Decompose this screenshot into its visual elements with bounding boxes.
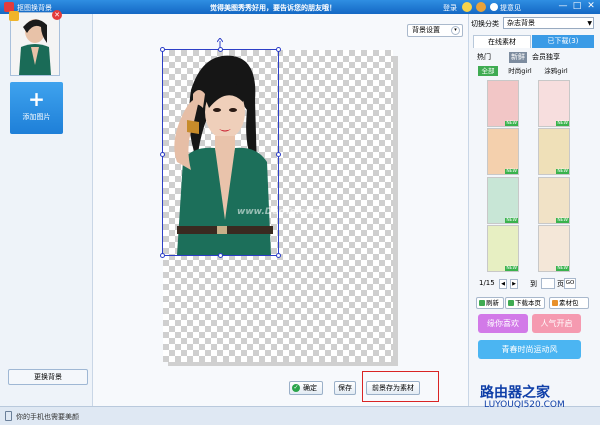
promo-text[interactable]: 觉得美图秀秀好用，要告诉您的朋友哦！ — [210, 3, 336, 13]
new-badge: NEW — [556, 266, 569, 271]
background-settings-button[interactable]: 背景设置 ▾ — [407, 24, 463, 37]
feedback-icon[interactable] — [490, 3, 498, 11]
new-badge: NEW — [556, 169, 569, 174]
subtab-new[interactable]: 新鲜 — [509, 52, 527, 63]
resize-handle-left[interactable] — [160, 152, 165, 157]
chevron-down-icon: ▾ — [451, 26, 460, 35]
resize-handle-top-right[interactable] — [276, 47, 281, 52]
minimize-button[interactable]: — — [556, 1, 570, 13]
page-input[interactable] — [541, 278, 555, 289]
canvas-shadow-bottom — [168, 362, 398, 366]
save-button[interactable]: 保存 — [334, 381, 356, 395]
selection-box[interactable] — [162, 49, 279, 256]
category-select[interactable]: 杂志背景 ▼ — [503, 17, 594, 29]
phone-icon — [5, 411, 12, 421]
new-badge: NEW — [556, 121, 569, 126]
maximize-button[interactable]: □ — [570, 1, 584, 13]
status-text[interactable]: 你的手机也需要美颜 — [16, 412, 79, 422]
login-link[interactable]: 登录 — [443, 3, 457, 13]
new-badge: NEW — [505, 121, 518, 126]
go-button[interactable]: GO — [564, 278, 576, 289]
package-icon — [552, 300, 558, 306]
next-page-button[interactable]: ▶ — [510, 279, 518, 289]
new-badge: NEW — [505, 218, 518, 223]
filter-all[interactable]: 全部 — [478, 66, 498, 76]
add-image-label: 添加图片 — [22, 113, 51, 121]
prev-page-button[interactable]: ◀ — [499, 279, 507, 289]
download-page-label: 下载本页 — [515, 299, 541, 307]
promo-banner-3[interactable]: 青春时尚运动风 — [478, 340, 581, 359]
site-logo-url: LUYOUQI520.COM — [484, 400, 565, 410]
add-image-button[interactable]: + 添加图片 — [10, 82, 63, 134]
refresh-label: 刷新 — [486, 299, 499, 307]
background-settings-label: 背景设置 — [412, 26, 440, 34]
resize-handle-top[interactable] — [218, 47, 223, 52]
page-label: 页 — [557, 280, 564, 288]
site-logo-name: 路由器之家 — [480, 385, 550, 401]
download-icon — [508, 300, 514, 306]
tab-online-material[interactable]: 在线素材 — [473, 35, 531, 48]
material-thumbnail[interactable]: NEW — [487, 128, 519, 175]
title-bar: 抠图换背景 觉得美图秀秀好用，要告诉您的朋友哦！ 登录 提意见 — □ ✕ — [0, 0, 600, 14]
promo-banner-2[interactable]: 人气开启 — [532, 314, 581, 333]
image-thumbnail[interactable]: ✕ — [9, 10, 62, 76]
selected-corner-icon — [9, 11, 19, 21]
material-thumbnail[interactable]: NEW — [538, 177, 570, 224]
feedback-link[interactable]: 提意见 — [500, 3, 521, 13]
new-badge: NEW — [505, 266, 518, 271]
delete-icon[interactable]: ✕ — [52, 10, 62, 20]
user-icon[interactable] — [462, 2, 472, 12]
material-pack-label: 素材包 — [559, 299, 579, 307]
category-value: 杂志背景 — [507, 19, 535, 27]
subtab-hot[interactable]: 热门 — [475, 52, 493, 63]
resize-handle-bottom-left[interactable] — [160, 253, 165, 258]
filter-fashion-girl[interactable]: 时尚girl — [503, 66, 537, 76]
change-background-button[interactable]: 更换背景 — [8, 369, 88, 385]
confirm-button[interactable]: ✓ 确定 — [289, 381, 323, 395]
close-button[interactable]: ✕ — [584, 1, 598, 13]
resize-handle-bottom[interactable] — [218, 253, 223, 258]
material-thumbnail[interactable]: NEW — [487, 80, 519, 127]
material-thumbnail[interactable]: NEW — [538, 80, 570, 127]
new-badge: NEW — [505, 169, 518, 174]
download-page-button[interactable]: 下载本页 — [505, 297, 545, 309]
resize-handle-top-left[interactable] — [160, 47, 165, 52]
category-label: 切换分类 — [471, 20, 499, 28]
filter-doodle-girl[interactable]: 涂鸦girl — [540, 66, 572, 76]
promo-banner-1[interactable]: 缘你喜欢 — [478, 314, 528, 333]
check-icon: ✓ — [292, 384, 300, 392]
plus-icon: + — [28, 87, 45, 111]
resize-handle-right[interactable] — [276, 152, 281, 157]
material-thumbnail[interactable]: NEW — [538, 128, 570, 175]
goto-label: 到 — [530, 280, 537, 288]
page-count: 1/15 — [479, 279, 495, 287]
tab-downloaded[interactable]: 已下载(3) — [532, 35, 594, 48]
subtab-vip[interactable]: 会员独享 — [531, 52, 561, 63]
new-badge: NEW — [556, 218, 569, 223]
material-thumbnail[interactable]: NEW — [487, 225, 519, 272]
material-thumbnail[interactable]: NEW — [538, 225, 570, 272]
material-pack-button[interactable]: 素材包 — [549, 297, 589, 309]
thumbnail-image — [11, 13, 59, 75]
material-thumbnail[interactable]: NEW — [487, 177, 519, 224]
resize-handle-bottom-right[interactable] — [276, 253, 281, 258]
canvas-shadow — [393, 56, 398, 366]
highlight-annotation — [362, 371, 439, 402]
dropdown-arrow-icon: ▼ — [587, 20, 592, 27]
refresh-icon — [479, 300, 485, 306]
confirm-label: 确定 — [303, 384, 317, 392]
refresh-button[interactable]: 刷新 — [476, 297, 504, 309]
skin-icon[interactable] — [476, 2, 486, 12]
